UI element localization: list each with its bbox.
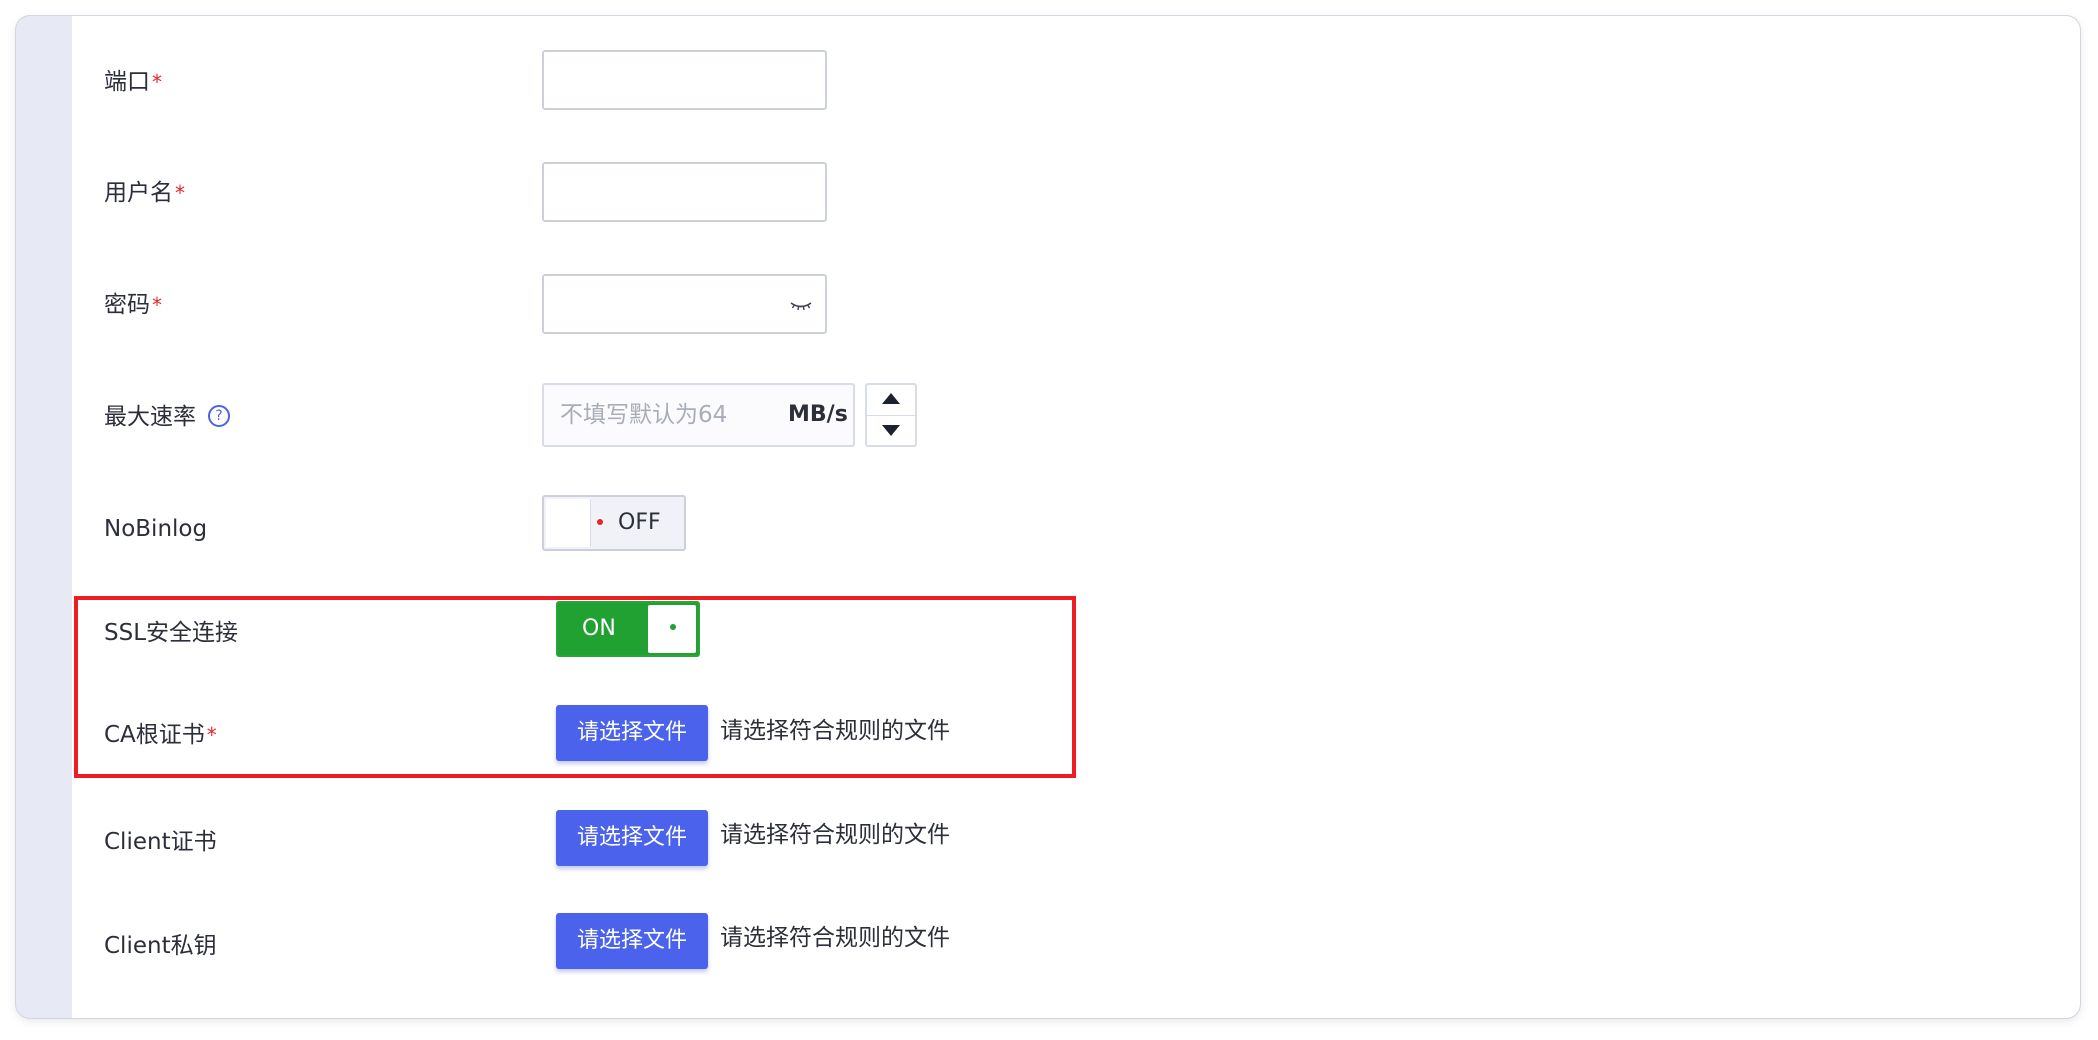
required-mark: * [175, 181, 185, 205]
password-label: 密码 * [104, 292, 162, 318]
required-mark: * [152, 70, 162, 94]
required-mark: * [152, 293, 162, 317]
username-input[interactable] [542, 162, 827, 222]
client-cert-label: Client证书 [104, 829, 217, 855]
max-rate-input[interactable]: 不填写默认为64 MB/s [542, 383, 855, 447]
port-input[interactable] [542, 50, 827, 110]
client-cert-choose-file-button[interactable]: 请选择文件 [556, 810, 708, 866]
form-panel [72, 16, 2080, 1018]
toggle-status-dot [597, 519, 603, 525]
max-rate-stepper[interactable] [865, 383, 917, 447]
client-key-choose-file-button[interactable]: 请选择文件 [556, 913, 708, 969]
max-rate-unit: MB/s [788, 402, 848, 427]
toggle-text: OFF [618, 510, 661, 535]
highlight-box [74, 596, 1076, 778]
port-label: 端口 * [104, 69, 162, 95]
username-label: 用户名 * [104, 180, 185, 206]
client-cert-hint: 请选择符合规则的文件 [720, 822, 950, 848]
stepper-divider [867, 415, 915, 416]
max-rate-placeholder: 不填写默认为64 [560, 402, 728, 428]
caret-down-icon[interactable] [882, 425, 900, 436]
nobinlog-label: NoBinlog [104, 516, 208, 542]
password-input[interactable] [542, 274, 827, 334]
toggle-knob [546, 499, 591, 547]
client-key-hint: 请选择符合规则的文件 [720, 925, 950, 951]
nobinlog-toggle[interactable]: OFF [542, 495, 686, 551]
caret-up-icon[interactable] [882, 393, 900, 404]
max-rate-label: 最大速率? [104, 402, 230, 432]
question-circle-icon[interactable]: ? [208, 404, 230, 427]
eye-closed-icon[interactable] [789, 297, 813, 313]
client-key-label: Client私钥 [104, 933, 217, 959]
window [16, 16, 2080, 1018]
